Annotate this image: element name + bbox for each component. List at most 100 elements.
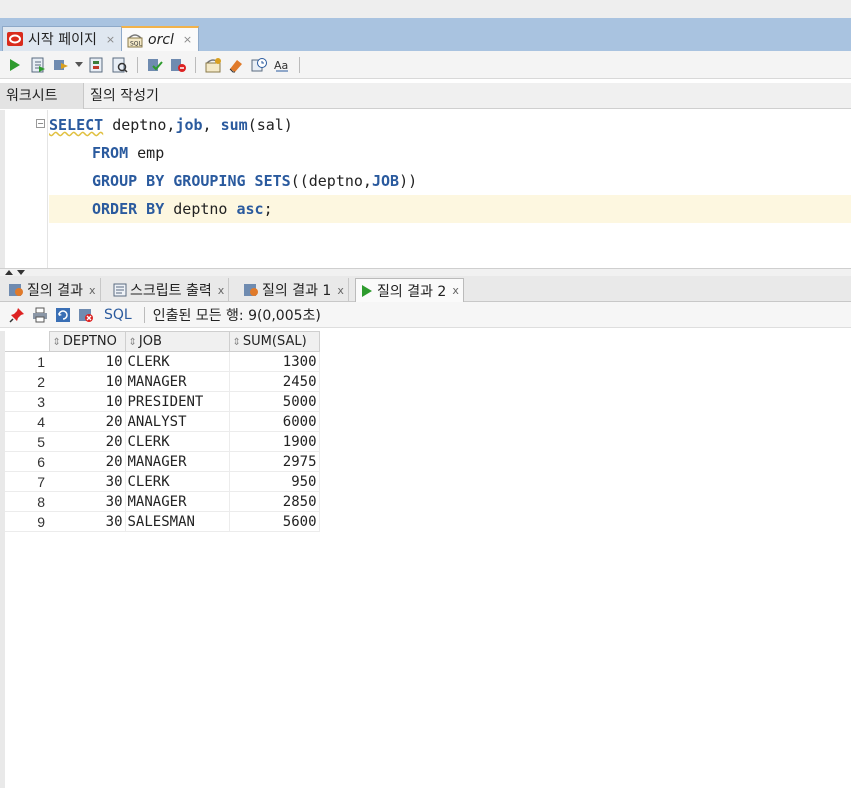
document-tab-bar: 시작 페이지 × SQL orcl × <box>0 18 851 51</box>
cell-deptno[interactable]: 20 <box>49 431 126 452</box>
column-header-label: JOB <box>138 334 162 349</box>
table-row[interactable]: 9 30 SALESMAN 5600 <box>5 511 320 532</box>
sql-keyword: FROM <box>92 144 129 162</box>
sql-text: deptno <box>164 200 237 218</box>
cell-job[interactable]: CLERK <box>125 351 230 372</box>
fold-collapse-icon[interactable]: − <box>36 119 45 128</box>
cell-job[interactable]: MANAGER <box>125 491 230 512</box>
cancel-query-icon[interactable] <box>77 306 95 324</box>
table-row[interactable]: 4 20 ANALYST 6000 <box>5 411 320 432</box>
cell-deptno[interactable]: 30 <box>49 471 126 492</box>
to-upper-lower-icon[interactable]: Aa <box>273 56 291 74</box>
table-row[interactable]: 7 30 CLERK 950 <box>5 471 320 492</box>
print-icon[interactable] <box>31 306 49 324</box>
cell-sum-sal[interactable]: 5600 <box>229 511 320 532</box>
cell-sum-sal[interactable]: 1900 <box>229 431 320 452</box>
pane-splitter[interactable] <box>0 268 851 276</box>
close-tab-icon[interactable]: x <box>337 284 344 297</box>
cell-deptno[interactable]: 10 <box>49 351 126 372</box>
table-row[interactable]: 6 20 MANAGER 2975 <box>5 451 320 472</box>
sql-keyword: job <box>175 116 203 134</box>
sort-icon[interactable]: ⇕ <box>129 337 137 348</box>
table-row[interactable]: 5 20 CLERK 1900 <box>5 431 320 452</box>
sql-tuning-icon[interactable] <box>111 56 129 74</box>
sql-keyword: GROUP BY GROUPING SETS <box>92 172 291 190</box>
table-row[interactable]: 3 10 PRESIDENT 5000 <box>5 391 320 412</box>
close-tab-icon[interactable]: × <box>106 33 115 46</box>
row-number: 9 <box>5 511 49 532</box>
cell-deptno[interactable]: 30 <box>49 511 126 532</box>
cell-sum-sal[interactable]: 2450 <box>229 371 320 392</box>
clear-eraser-icon[interactable] <box>227 56 245 74</box>
cell-deptno[interactable]: 10 <box>49 371 126 392</box>
sql-keyword: SELECT <box>49 116 104 134</box>
pin-icon[interactable] <box>8 306 26 324</box>
close-tab-icon[interactable]: × <box>183 33 192 46</box>
table-row[interactable]: 1 10 CLERK 1300 <box>5 351 320 372</box>
cell-deptno[interactable]: 20 <box>49 451 126 472</box>
cell-sum-sal[interactable]: 1300 <box>229 351 320 372</box>
dropdown-arrow-icon[interactable] <box>75 56 83 74</box>
cell-deptno[interactable]: 30 <box>49 491 126 512</box>
tab-query-builder[interactable]: 질의 작성기 <box>84 83 165 109</box>
sort-icon[interactable]: ⇕ <box>53 337 61 348</box>
splitter-arrows-icon[interactable] <box>4 269 28 276</box>
sql-link[interactable]: SQL <box>104 307 132 323</box>
close-tab-icon[interactable]: x <box>452 284 459 297</box>
tab-start-page[interactable]: 시작 페이지 × <box>2 26 123 51</box>
sql-text: deptno, <box>103 116 176 134</box>
sql-text: emp <box>128 144 165 162</box>
table-row[interactable]: 8 30 MANAGER 2850 <box>5 491 320 512</box>
cell-sum-sal[interactable]: 950 <box>229 471 320 492</box>
cell-sum-sal[interactable]: 2975 <box>229 451 320 472</box>
sort-icon[interactable]: ⇕ <box>233 337 241 348</box>
close-tab-icon[interactable]: x <box>89 284 96 297</box>
cell-sum-sal[interactable]: 2850 <box>229 491 320 512</box>
cell-deptno[interactable]: 10 <box>49 391 126 412</box>
row-number: 8 <box>5 491 49 512</box>
run-statement-icon[interactable] <box>6 56 24 74</box>
run-script-icon[interactable] <box>29 56 47 74</box>
row-number: 2 <box>5 371 49 392</box>
cell-job[interactable]: CLERK <box>125 431 230 452</box>
cell-sum-sal[interactable]: 5000 <box>229 391 320 412</box>
sql-line-3: GROUP BY GROUPING SETS((deptno,JOB)) <box>49 167 851 195</box>
row-number: 4 <box>5 411 49 432</box>
cell-job[interactable]: ANALYST <box>125 411 230 432</box>
cell-job[interactable]: SALESMAN <box>125 511 230 532</box>
column-header-sum-sal[interactable]: ⇕ SUM(SAL) <box>228 331 320 352</box>
cell-job[interactable]: MANAGER <box>125 451 230 472</box>
autotrace-icon[interactable] <box>52 56 70 74</box>
close-tab-icon[interactable]: x <box>218 284 225 297</box>
cell-job[interactable]: CLERK <box>125 471 230 492</box>
row-number: 1 <box>5 351 49 372</box>
cell-job[interactable]: MANAGER <box>125 371 230 392</box>
sql-keyword: JOB <box>371 172 400 190</box>
cell-job[interactable]: PRESIDENT <box>125 391 230 412</box>
commit-icon[interactable] <box>146 56 164 74</box>
rollback-icon[interactable] <box>169 56 187 74</box>
tab-query-result-1[interactable]: 질의 결과 1 x <box>239 278 349 302</box>
cell-deptno[interactable]: 20 <box>49 411 126 432</box>
explain-plan-icon[interactable] <box>88 56 106 74</box>
row-number: 3 <box>5 391 49 412</box>
sql-history-icon[interactable] <box>250 56 268 74</box>
tab-query-result-1-label: 질의 결과 1 <box>262 283 332 299</box>
tab-orcl[interactable]: SQL orcl × <box>121 26 200 51</box>
tab-worksheet[interactable]: 워크시트 <box>0 83 84 109</box>
column-header-job[interactable]: ⇕ JOB <box>124 331 230 352</box>
sql-editor[interactable]: − SELECT deptno,job, sum(sal) FROM emp G… <box>0 110 851 268</box>
column-header-deptno[interactable]: ⇕ DEPTNO <box>48 331 126 352</box>
tab-query-result-2[interactable]: 질의 결과 2 x <box>355 278 464 302</box>
sql-worksheet-icon: SQL <box>126 32 144 48</box>
refresh-icon[interactable] <box>54 306 72 324</box>
cell-sum-sal[interactable]: 6000 <box>229 411 320 432</box>
script-output-icon <box>113 283 127 297</box>
tab-script-output[interactable]: 스크립트 출력 x <box>109 278 230 302</box>
table-row[interactable]: 2 10 MANAGER 2450 <box>5 371 320 392</box>
result-grid[interactable]: ⇕ DEPTNO ⇕ JOB ⇕ SUM(SAL) 1 10 CLERK 1300 2 10 M… <box>0 331 851 788</box>
unshared-sql-worksheet-icon[interactable] <box>204 56 222 74</box>
oracle-logo-icon <box>7 32 23 46</box>
worksheet-subtabs: 워크시트 질의 작성기 <box>0 83 851 109</box>
tab-query-result[interactable]: 질의 결과 x <box>4 278 101 302</box>
